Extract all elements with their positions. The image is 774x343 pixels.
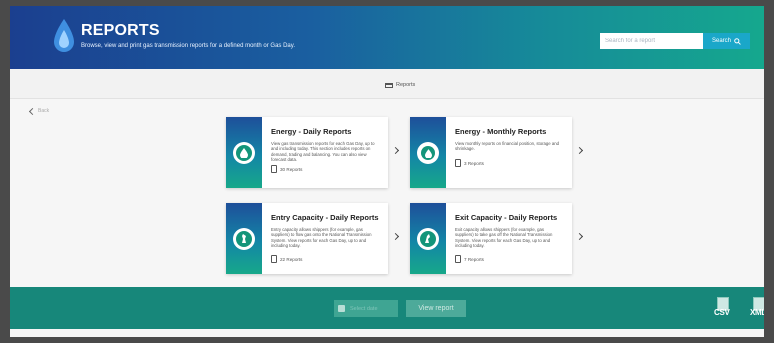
card-description: View gas transmission reports for each G… bbox=[271, 141, 375, 163]
date-picker-field[interactable]: Select date bbox=[334, 300, 398, 317]
document-icon bbox=[455, 255, 461, 263]
csv-label: CSV bbox=[714, 308, 730, 317]
search-icon bbox=[734, 37, 741, 45]
card-title: Energy - Daily Reports bbox=[271, 127, 352, 136]
chevron-right-icon[interactable] bbox=[391, 232, 400, 241]
back-link[interactable]: Back bbox=[28, 107, 50, 115]
calendar-icon bbox=[338, 305, 345, 312]
card-description: Entry capacity allows shippers (for exam… bbox=[271, 227, 372, 249]
report-count-label: 30 Reports bbox=[280, 166, 303, 172]
report-count: 30 Reports bbox=[271, 165, 302, 173]
report-count: 3 Reports bbox=[455, 159, 484, 167]
card-energy-daily-reports[interactable]: Energy - Daily Reports View gas transmis… bbox=[226, 117, 400, 188]
csv-download-icon[interactable]: CSV bbox=[714, 297, 734, 319]
document-icon bbox=[455, 159, 461, 167]
search-input[interactable] bbox=[600, 33, 703, 49]
back-label: Back bbox=[38, 108, 50, 114]
gas-drop-icon bbox=[233, 142, 255, 164]
gas-drop-logo-icon bbox=[54, 19, 74, 52]
page-subtitle: Browse, view and print gas transmission … bbox=[81, 43, 295, 49]
card-exit-capacity-daily-reports[interactable]: Exit Capacity - Daily Reports Exit capac… bbox=[410, 203, 584, 274]
page-title: REPORTS bbox=[81, 22, 160, 39]
search-button-label: Search bbox=[711, 38, 731, 44]
document-icon bbox=[271, 165, 277, 173]
gas-drop-gear-icon bbox=[417, 142, 439, 164]
card-entry-capacity-daily-reports[interactable]: Entry Capacity - Daily Reports Entry cap… bbox=[226, 203, 400, 274]
card-title: Energy - Monthly Reports bbox=[455, 127, 547, 136]
date-placeholder: Select date bbox=[350, 305, 378, 312]
app-frame: REPORTS Browse, view and print gas trans… bbox=[0, 0, 774, 343]
card-description: Exit capacity allows shippers (for examp… bbox=[455, 227, 553, 249]
exit-capacity-icon bbox=[417, 228, 439, 250]
card-thumbnail bbox=[410, 203, 446, 274]
report-count: 22 Reports bbox=[271, 255, 302, 263]
chevron-right-icon[interactable] bbox=[391, 146, 400, 155]
xml-download-icon[interactable]: XML bbox=[750, 297, 766, 319]
report-count: 7 Reports bbox=[455, 255, 484, 263]
card-energy-monthly-reports[interactable]: Energy - Monthly Reports View monthly re… bbox=[410, 117, 584, 188]
card-thumbnail bbox=[226, 117, 262, 188]
breadcrumb-label: Reports bbox=[396, 82, 416, 88]
chevron-right-icon[interactable] bbox=[575, 146, 584, 155]
chevron-right-icon[interactable] bbox=[575, 232, 584, 241]
xml-label: XML bbox=[750, 308, 766, 317]
folder-icon bbox=[385, 82, 393, 88]
card-title: Exit Capacity - Daily Reports bbox=[455, 213, 558, 222]
footer-bar: Select date View report CSV XML bbox=[10, 287, 764, 329]
document-icon bbox=[271, 255, 277, 263]
report-count-label: 7 Reports bbox=[464, 256, 484, 262]
report-count-label: 3 Reports bbox=[464, 160, 484, 166]
breadcrumb-item-reports[interactable]: Reports bbox=[385, 82, 415, 88]
breadcrumb: Reports bbox=[10, 69, 764, 99]
card-description: View monthly reports on financial positi… bbox=[455, 141, 560, 152]
card-thumbnail bbox=[226, 203, 262, 274]
chevron-left-icon bbox=[28, 107, 37, 115]
card-title: Entry Capacity - Daily Reports bbox=[271, 213, 379, 222]
entry-capacity-icon bbox=[233, 228, 255, 250]
header-banner: REPORTS Browse, view and print gas trans… bbox=[10, 6, 764, 69]
search-button[interactable]: Search bbox=[703, 33, 750, 49]
view-report-button[interactable]: View report bbox=[406, 300, 466, 317]
card-thumbnail bbox=[410, 117, 446, 188]
report-count-label: 22 Reports bbox=[280, 256, 303, 262]
